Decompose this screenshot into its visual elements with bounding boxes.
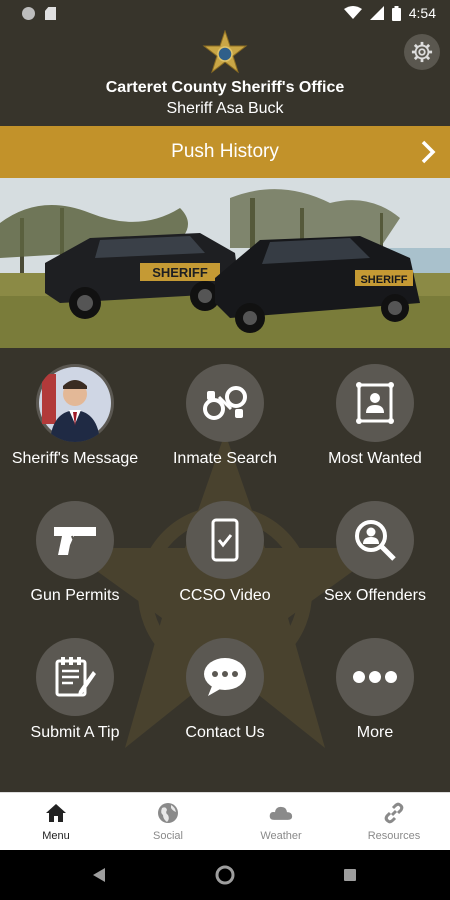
menu-item-label: CCSO Video <box>179 587 271 604</box>
phone-check-icon <box>211 518 239 562</box>
menu-item-ccso-video[interactable]: CCSO Video <box>150 493 300 630</box>
page-title: Carteret County Sheriff's Office <box>105 79 345 96</box>
menu-item-label: More <box>356 724 394 741</box>
app-header: Carteret County Sheriff's Office Sheriff… <box>0 28 450 126</box>
link-icon <box>384 802 404 824</box>
page-subtitle: Sheriff Asa Buck <box>166 100 284 117</box>
sd-card-icon <box>45 7 56 20</box>
menu-item-gun-permits[interactable]: Gun Permits <box>0 493 150 630</box>
nav-tab-menu[interactable]: Menu <box>0 793 112 851</box>
menu-item-label: Contact Us <box>185 724 265 741</box>
wanted-poster-icon <box>356 382 394 424</box>
system-navigation-bar <box>0 850 450 900</box>
back-icon[interactable] <box>92 867 106 883</box>
menu-item-label: Sex Offenders <box>324 587 426 604</box>
menu-item-label: Most Wanted <box>328 450 422 467</box>
sheriff-portrait <box>36 364 114 442</box>
menu-item-sex-offenders[interactable]: Sex Offenders <box>300 493 450 630</box>
more-dots-icon <box>353 671 397 683</box>
settings-button[interactable] <box>404 34 440 70</box>
chevron-right-icon <box>421 140 436 164</box>
menu-item-inmate-search[interactable]: Inmate Search <box>150 356 300 493</box>
notification-dot-icon <box>22 7 35 20</box>
menu-item-label: Gun Permits <box>30 587 120 604</box>
battery-icon <box>391 5 401 21</box>
push-history-label: Push History <box>171 141 279 162</box>
nav-tab-label: Weather <box>260 830 302 842</box>
nav-tab-label: Resources <box>367 830 421 842</box>
handcuffs-icon <box>203 386 247 420</box>
nav-tab-label: Menu <box>42 830 70 842</box>
car1-sheriff-text: SHERIFF <box>152 265 208 280</box>
menu-item-label: Submit A Tip <box>30 724 120 741</box>
menu-item-contact-us[interactable]: Contact Us <box>150 630 300 767</box>
car2-sheriff-text: SHERIFF <box>360 274 407 286</box>
hero-image: SHERIFF SHERIFF <box>0 178 450 348</box>
notepad-pencil-icon <box>55 657 96 697</box>
gun-icon <box>54 527 96 555</box>
menu-item-label: Sheriff's Message <box>11 450 139 467</box>
menu-item-label: Inmate Search <box>172 450 278 467</box>
wifi-icon <box>343 6 362 19</box>
sheriff-star-logo <box>202 30 248 74</box>
signal-icon <box>369 6 384 20</box>
nav-tab-weather[interactable]: Weather <box>225 793 337 851</box>
menu-item-sheriffs-message[interactable]: Sheriff's Message <box>0 356 150 493</box>
chat-bubble-icon <box>204 658 246 696</box>
home-button-icon[interactable] <box>215 865 235 885</box>
menu-item-most-wanted[interactable]: Most Wanted <box>300 356 450 493</box>
status-time: 4:54 <box>408 5 436 21</box>
globe-icon <box>158 803 178 823</box>
menu-item-more[interactable]: More <box>300 630 450 767</box>
home-icon <box>46 804 66 822</box>
push-history-button[interactable]: Push History <box>0 126 450 178</box>
bottom-navigation: Menu Social Weather Resources <box>0 792 450 851</box>
magnifier-person-icon <box>355 520 396 561</box>
cloud-icon <box>269 806 293 820</box>
gear-icon <box>411 41 433 63</box>
recents-icon[interactable] <box>343 868 357 882</box>
nav-tab-label: Social <box>153 830 183 842</box>
nav-tab-social[interactable]: Social <box>112 793 224 851</box>
status-bar: 4:54 <box>0 0 450 28</box>
menu-grid: Sheriff's Message Inmate Search Most Wan <box>0 348 450 792</box>
patrol-cars-photo: SHERIFF SHERIFF <box>0 178 450 348</box>
menu-item-submit-a-tip[interactable]: Submit A Tip <box>0 630 150 767</box>
nav-tab-resources[interactable]: Resources <box>338 793 450 851</box>
